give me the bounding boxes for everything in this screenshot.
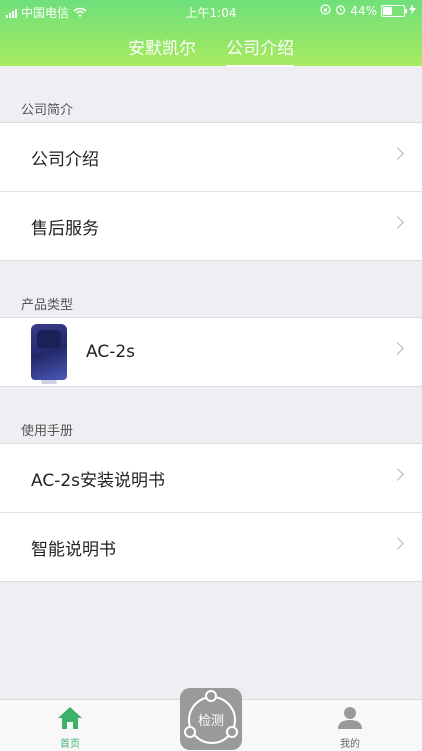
chevron-right-icon [391,468,404,481]
status-bar: 中国电信 上午1:04 44% [0,0,422,22]
charging-icon [409,4,416,18]
car-seat-product-image [31,324,67,384]
section-title-user-manual: 使用手册 [21,424,74,439]
tab-home-label: 首页 [60,739,80,750]
row-label: 公司介绍 [31,149,99,170]
row-label: AC-2s安装说明书 [31,470,166,491]
chevron-right-icon [391,342,404,355]
tab-me[interactable]: 我的 [320,706,380,750]
tab-me-label: 我的 [340,739,360,750]
row-smart-manual[interactable]: 智能说明书 [0,512,422,581]
section-title-product-type: 产品类型 [21,298,74,313]
top-tabs: 安默凯尔 公司介绍 [0,34,422,67]
group-company-profile: 公司介绍 售后服务 [0,122,422,261]
group-product-type: AC-2s [0,317,422,387]
row-label: 售后服务 [31,218,99,239]
battery-fill [383,7,392,15]
header-bar: 中国电信 上午1:04 44% 安默凯尔 公司介绍 [0,0,422,67]
detect-button-label: 检测 [197,714,224,729]
group-user-manual: AC-2s安装说明书 智能说明书 [0,443,422,582]
detect-button[interactable]: 检测 [180,688,242,750]
user-icon [337,707,363,733]
battery-icon [381,5,407,17]
chevron-right-icon [391,216,404,229]
tab-home[interactable]: 首页 [40,706,100,750]
battery-percent: 44% [350,4,377,18]
alarm-icon [335,4,346,18]
tab-company-intro[interactable]: 公司介绍 [226,34,294,67]
rotation-lock-icon [320,4,331,18]
section-title-company-profile: 公司简介 [21,103,74,118]
row-install-manual[interactable]: AC-2s安装说明书 [0,444,422,512]
row-label: 智能说明书 [31,539,116,560]
chevron-right-icon [391,147,404,160]
home-icon [57,707,83,733]
row-after-sales-service[interactable]: 售后服务 [0,191,422,260]
row-company-intro[interactable]: 公司介绍 [0,123,422,191]
chevron-right-icon [391,537,404,550]
tab-brand[interactable]: 安默凯尔 [128,34,196,67]
row-label: AC-2s [86,342,136,362]
row-product-ac-2s[interactable]: AC-2s [0,318,422,386]
ring-dot-icon [205,690,217,702]
